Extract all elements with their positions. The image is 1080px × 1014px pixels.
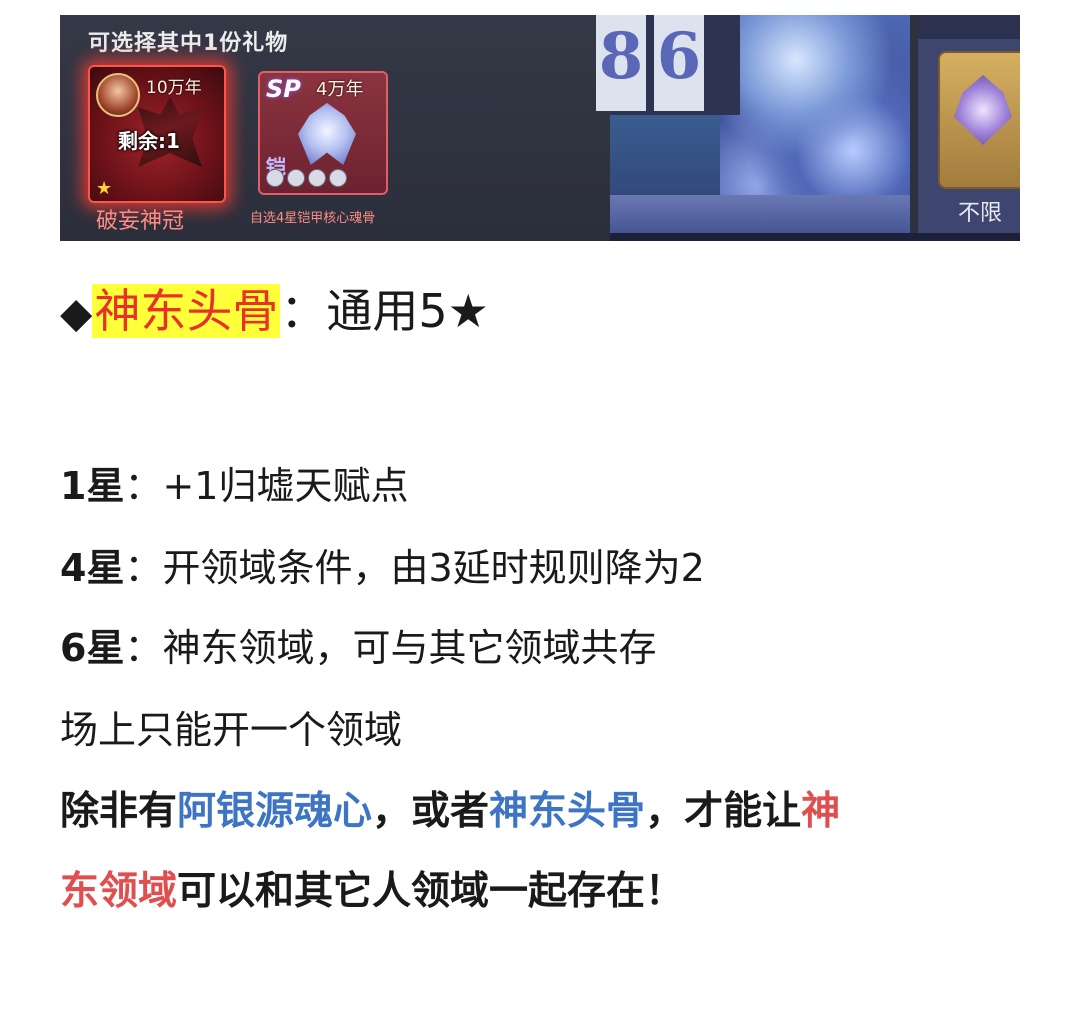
armor-bone-icon — [298, 103, 356, 165]
star-dot-icon — [266, 169, 284, 187]
gift-card-crown[interactable]: 10万年 剩余:1 ★ — [88, 65, 226, 203]
emphasis-line-2: 东领域可以和其它人领域一起存在！ — [60, 866, 684, 918]
plain-text-line: 场上只能开一个领域 — [60, 708, 403, 752]
star-effect-text: ：神东领域，可与其它领域共存 — [124, 626, 657, 670]
soul-bone-item-icon[interactable] — [938, 51, 1020, 189]
star-icon: ★ — [96, 178, 113, 199]
digit-tile: 8 — [596, 15, 646, 111]
star-effect-line: 1星：+1归墟天赋点 — [60, 460, 408, 512]
star-effect-text: ：+1归墟天赋点 — [124, 464, 409, 508]
diamond-bullet-icon: ◆ — [60, 288, 93, 337]
gift-card-armor[interactable]: SP 4万年 铠 — [258, 71, 388, 195]
red-term: 东领域 — [60, 869, 178, 914]
sp-badge: SP — [266, 75, 301, 103]
game-screenshot-banner: 可选择其中1份礼物 10万年 剩余:1 ★ 破妄神冠 SP 4万年 铠 自选4星… — [60, 15, 1020, 241]
gift-card-crown-label: 破妄神冠 — [96, 209, 185, 234]
section-heading: ◆神东头骨：通用5★ — [60, 278, 489, 346]
star-effect-line: 4星：开领域条件，由3延时规则降为2 — [60, 542, 705, 594]
text-segment: 除非有 — [60, 789, 178, 834]
gift-card-armor-label: 自选4星铠甲核心魂骨 — [250, 211, 376, 226]
star-dot-icon — [329, 169, 347, 187]
highlighted-term: 神东头骨 — [92, 284, 281, 338]
star-dot-icon — [287, 169, 305, 187]
card-age-label: 4万年 — [316, 79, 364, 100]
reward-slot-panel: 不限 — [918, 15, 1020, 241]
blue-term: 阿银源魂心 — [177, 789, 373, 834]
red-term: 神 — [801, 789, 841, 834]
unlimited-label: 不限 — [958, 201, 1003, 226]
crystal-scene: 8 6 — [596, 15, 910, 241]
text-segment: 可以和其它人领域一起存在！ — [177, 869, 685, 914]
digit-tile: 6 — [654, 15, 704, 111]
star-level: 4星 — [60, 546, 125, 590]
star-dots — [266, 169, 347, 187]
heading-rest: ：通用5★ — [280, 284, 489, 338]
star-effect-line: 6星：神东领域，可与其它领域共存 — [60, 622, 656, 674]
text-segment: ，才能让 — [645, 789, 802, 834]
card-age-label: 10万年 — [146, 78, 202, 98]
emphasis-line-1: 除非有阿银源魂心，或者神东头骨，才能让神 — [60, 786, 840, 838]
star-level: 1星 — [60, 464, 125, 508]
remaining-count: 剩余:1 — [118, 129, 180, 153]
star-effect-text: ：开领域条件，由3延时规则降为2 — [124, 546, 705, 590]
text-segment: ，或者 — [372, 789, 490, 834]
character-avatar — [96, 73, 140, 117]
digit-board: 8 6 — [596, 15, 740, 115]
panel-top-strip — [918, 15, 1020, 39]
gift-selection-panel: 可选择其中1份礼物 10万年 剩余:1 ★ 破妄神冠 SP 4万年 铠 自选4星… — [60, 15, 610, 241]
gift-title: 可选择其中1份礼物 — [88, 31, 289, 56]
star-level: 6星 — [60, 626, 125, 670]
star-dot-icon — [308, 169, 326, 187]
blue-term: 神东头骨 — [489, 789, 646, 834]
banner-bottom-bar — [610, 233, 1020, 241]
